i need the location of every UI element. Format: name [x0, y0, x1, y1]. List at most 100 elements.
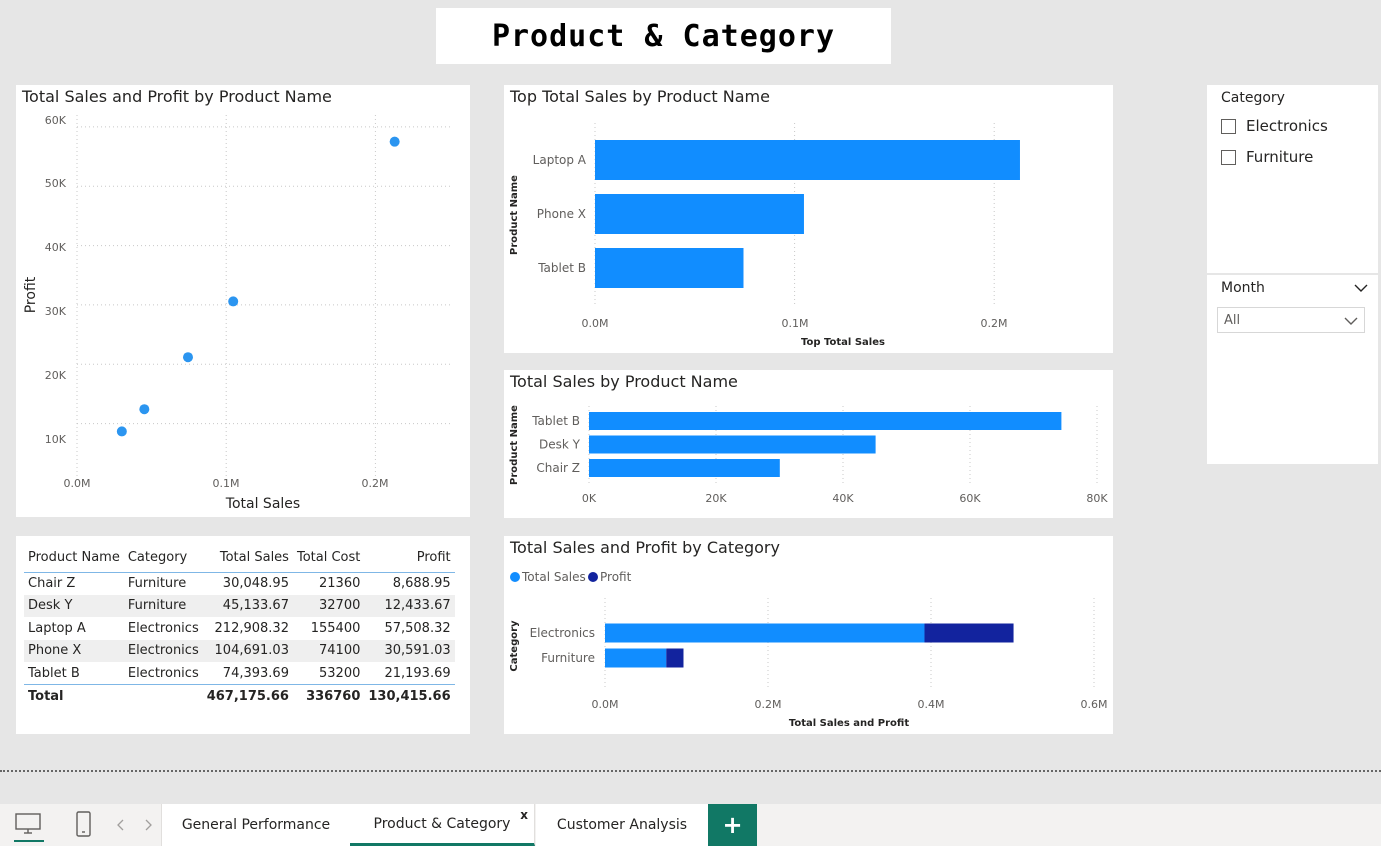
- stack-x-tick: 0.6M: [1081, 698, 1108, 711]
- scatter-y-tick: 40K: [45, 241, 67, 254]
- top-y-title: Product Name: [509, 175, 520, 255]
- stack-x-tick: 0.4M: [918, 698, 945, 711]
- table-cell: 53200: [319, 665, 361, 681]
- col-header-product-name[interactable]: Product Name: [24, 544, 124, 573]
- slicer-option-label: Electronics: [1246, 117, 1328, 135]
- month-slicer: Month All: [1207, 275, 1378, 464]
- category-chart-card[interactable]: Total Sales and Profit by Category Total…: [504, 536, 1113, 734]
- tab-general-performance[interactable]: General Performance: [161, 804, 351, 846]
- table-total-cell: 336760: [292, 684, 365, 709]
- bar-category-label: Phone X: [537, 207, 586, 221]
- table-total-cell: 130,415.66: [364, 684, 455, 709]
- chevron-right-icon[interactable]: [143, 819, 153, 831]
- table-header-row: Product Name Category Total Sales Total …: [24, 544, 455, 573]
- top-sales-chart-card[interactable]: Top Total Sales by Product Name 0.0M 0.1…: [504, 85, 1113, 353]
- scatter-y-tick: 60K: [45, 114, 67, 127]
- legend-total-sales-marker: [510, 572, 520, 582]
- scatter-point: [116, 426, 127, 437]
- sales-bar-chart: 0K 20K 40K 60K 80K Product Name Tablet B…: [509, 405, 1108, 505]
- sales-x-tick: 0K: [582, 492, 597, 505]
- month-dropdown[interactable]: All: [1217, 307, 1365, 333]
- scatter-point: [182, 352, 193, 363]
- bar-category-label: Laptop A: [533, 153, 587, 167]
- category-slicer-title: Category: [1221, 90, 1285, 106]
- table-row[interactable]: Chair Z Furniture 30,048.95 21360 8,688.…: [24, 572, 455, 595]
- sales-x-tick: 80K: [1086, 492, 1108, 505]
- add-page-button[interactable]: +: [708, 804, 757, 846]
- stack-y-title: Category: [509, 620, 520, 672]
- scatter-point: [139, 404, 150, 415]
- bar: [589, 435, 876, 454]
- close-tab-icon[interactable]: x: [520, 808, 528, 822]
- scatter-y-tick: 30K: [45, 305, 67, 318]
- scatter-point: [228, 296, 239, 307]
- top-x-tick: 0.1M: [782, 317, 809, 330]
- stack-bar-profit: [666, 648, 684, 668]
- top-x-tick: 0.2M: [981, 317, 1008, 330]
- plus-icon: +: [722, 811, 743, 839]
- table-cell: 74100: [319, 643, 361, 659]
- scatter-chart-card[interactable]: Total Sales and Profit by Product Name 1…: [16, 85, 470, 517]
- table-total-cell: Total: [24, 684, 124, 709]
- sales-x-tick: 60K: [959, 492, 981, 505]
- product-table-card[interactable]: Product Name Category Total Sales Total …: [16, 536, 470, 734]
- scatter-y-tick: 50K: [45, 177, 67, 190]
- tab-label: General Performance: [181, 817, 331, 833]
- slicer-option-label: Furniture: [1246, 148, 1314, 166]
- table-cell: Electronics: [127, 643, 199, 659]
- col-header-category[interactable]: Category: [123, 544, 203, 573]
- table-row[interactable]: Desk Y Furniture 45,133.67 32700 12,433.…: [24, 594, 455, 617]
- slicer-option-electronics[interactable]: Electronics: [1221, 117, 1328, 135]
- scatter-y-tick: 20K: [45, 369, 67, 382]
- col-header-total-cost[interactable]: Total Cost: [292, 544, 365, 573]
- bar: [589, 459, 780, 477]
- tab-product-category[interactable]: Product & Category x: [350, 804, 535, 846]
- sales-chart-card[interactable]: Total Sales by Product Name 0K 20K 40K 6…: [504, 370, 1113, 518]
- sales-x-tick: 40K: [832, 492, 854, 505]
- stack-x-tick: 0.0M: [592, 698, 619, 711]
- checkbox-icon[interactable]: [1221, 149, 1236, 165]
- product-table: Product Name Category Total Sales Total …: [24, 544, 455, 709]
- mobile-view-icon[interactable]: [74, 811, 94, 839]
- bar: [595, 140, 1020, 180]
- tab-customer-analysis[interactable]: Customer Analysis: [536, 804, 709, 846]
- table-total-row: Total 467,175.66 336760 130,415.66: [24, 684, 455, 709]
- table-row[interactable]: Laptop A Electronics 212,908.32 155400 5…: [24, 617, 455, 640]
- category-stacked-bar-chart: Total Sales Profit 0.0M 0.2M 0.4M 0.6M T…: [509, 570, 1108, 729]
- tab-label: Product & Category: [373, 815, 511, 832]
- month-slicer-title: Month: [1221, 280, 1265, 296]
- scatter-x-tick: 0.2M: [362, 477, 389, 490]
- col-header-total-sales[interactable]: Total Sales: [202, 544, 293, 573]
- table-row[interactable]: Tablet B Electronics 74,393.69 53200 21,…: [24, 662, 455, 685]
- table-cell: 104,691.03: [214, 643, 289, 659]
- table-cell: Chair Z: [28, 576, 76, 591]
- table-total-cell: [123, 684, 203, 709]
- bar-category-label: Tablet B: [537, 261, 586, 275]
- checkbox-icon[interactable]: [1221, 118, 1236, 134]
- table-cell: 8,688.95: [392, 576, 451, 591]
- desktop-view-icon[interactable]: [14, 810, 44, 840]
- top-x-tick: 0.0M: [582, 317, 609, 330]
- tab-label: Customer Analysis: [556, 817, 688, 833]
- bar: [589, 412, 1062, 430]
- page-title-box: Product & Category: [436, 8, 891, 64]
- table-cell: 21,193.69: [384, 665, 451, 681]
- col-header-profit[interactable]: Profit: [364, 544, 455, 573]
- table-row[interactable]: Phone X Electronics 104,691.03 74100 30,…: [24, 639, 455, 662]
- chevron-left-icon[interactable]: [116, 819, 126, 831]
- bar: [595, 194, 804, 234]
- chevron-down-icon[interactable]: [1354, 283, 1368, 293]
- table-cell: 30,048.95: [222, 576, 289, 591]
- table-cell: Furniture: [127, 598, 187, 614]
- page-tabs-bar: General Performance Product & Category x…: [0, 804, 1381, 846]
- bar-category-label: Desk Y: [539, 438, 581, 452]
- table-cell: 212,908.32: [214, 620, 289, 636]
- scatter-y-title: Profit: [23, 276, 39, 313]
- slicer-option-furniture[interactable]: Furniture: [1221, 148, 1313, 166]
- legend-profit-label: Profit: [600, 570, 632, 584]
- stack-category-label: Furniture: [541, 651, 595, 665]
- bar: [595, 248, 744, 288]
- table-cell: 155400: [310, 620, 361, 636]
- chevron-down-icon: [1344, 317, 1358, 325]
- table-cell: Phone X: [28, 643, 82, 659]
